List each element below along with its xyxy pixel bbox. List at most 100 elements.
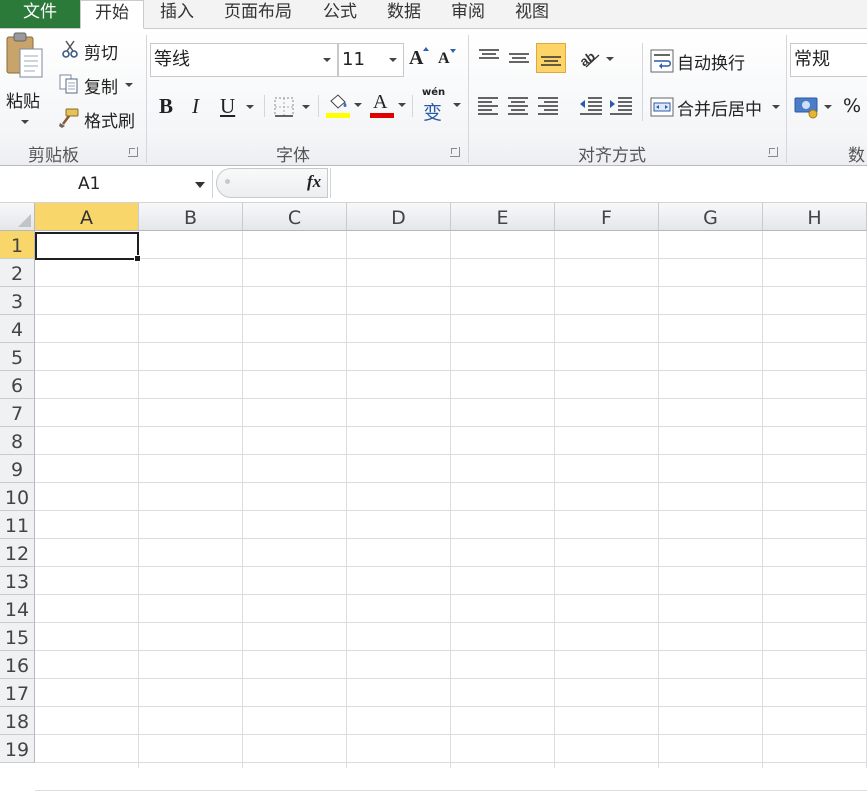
fill-color-button[interactable] (324, 91, 364, 119)
alignment-dialog-launcher-icon[interactable] (768, 147, 778, 157)
row-gridline (35, 454, 867, 455)
format-painter-button[interactable]: 格式刷 (58, 105, 142, 132)
paste-dropdown-icon[interactable] (21, 120, 29, 124)
fx-icon[interactable]: fx (307, 172, 321, 192)
cut-button[interactable]: 剪切 (58, 37, 128, 64)
copy-dropdown-icon[interactable] (125, 83, 133, 87)
number-group-label: 数 (848, 146, 865, 166)
tab-data[interactable]: 数据 (376, 0, 432, 26)
tab-file[interactable]: 文件 (0, 0, 80, 28)
font-size-combo[interactable]: 11 (338, 43, 404, 77)
row-header-6[interactable]: 6 (0, 371, 35, 399)
font-color-icon: A (373, 91, 388, 113)
top-align-button[interactable] (476, 45, 502, 71)
fill-handle[interactable] (134, 255, 141, 262)
row-header-7[interactable]: 7 (0, 399, 35, 427)
font-color-button[interactable]: A (368, 91, 408, 119)
font-name-combo[interactable]: 等线 (150, 43, 338, 77)
font-size-dropdown-icon[interactable] (389, 58, 397, 62)
tab-page-layout[interactable]: 页面布局 (214, 0, 302, 26)
orientation-dropdown-icon[interactable] (606, 57, 614, 61)
column-header-g[interactable]: G (659, 203, 763, 231)
bold-button[interactable]: B (156, 93, 178, 119)
row-header-16[interactable]: 16 (0, 651, 35, 679)
wrap-text-button[interactable]: 自动换行 (648, 47, 758, 75)
paste-button[interactable]: 粘贴 (2, 31, 48, 131)
font-color-dropdown-icon[interactable] (398, 103, 406, 107)
row-header-12[interactable]: 12 (0, 539, 35, 567)
row-header-17[interactable]: 17 (0, 679, 35, 707)
underline-button[interactable]: U (218, 93, 258, 119)
row-header-4[interactable]: 4 (0, 315, 35, 343)
row-gridline (35, 650, 867, 651)
active-cell-a1[interactable] (35, 232, 141, 262)
row-header-19[interactable]: 19 (0, 735, 35, 763)
copy-button[interactable]: 复制 (58, 71, 138, 98)
ribbon: 粘贴 剪切 复制 格式刷 剪贴板 等线 11 A A B I U A wén 变… (0, 29, 867, 166)
row-header-13[interactable]: 13 (0, 567, 35, 595)
row-header-14[interactable]: 14 (0, 595, 35, 623)
percent-style-button[interactable]: % (840, 93, 864, 121)
font-name-dropdown-icon[interactable] (323, 58, 331, 62)
font-dialog-launcher-icon[interactable] (450, 147, 460, 157)
row-header-5[interactable]: 5 (0, 343, 35, 371)
fill-color-dropdown-icon[interactable] (354, 103, 362, 107)
column-header-c[interactable]: C (243, 203, 347, 231)
align-right-button[interactable] (536, 93, 562, 119)
merge-center-button[interactable]: 合并后居中 (648, 93, 784, 121)
row-header-1[interactable]: 1 (0, 231, 35, 259)
tab-review[interactable]: 审阅 (440, 0, 496, 26)
row-header-3[interactable]: 3 (0, 287, 35, 315)
formula-bar: A1 fx (0, 166, 867, 203)
column-header-f[interactable]: F (555, 203, 659, 231)
underline-dropdown-icon[interactable] (246, 105, 254, 109)
row-header-10[interactable]: 10 (0, 483, 35, 511)
increase-indent-button[interactable] (608, 93, 634, 119)
column-header-h[interactable]: H (763, 203, 867, 231)
paste-label: 粘贴 (6, 92, 40, 112)
borders-dropdown-icon[interactable] (302, 105, 310, 109)
italic-button[interactable]: I (188, 93, 210, 119)
bottom-align-button[interactable] (536, 43, 566, 73)
name-box[interactable]: A1 (0, 170, 213, 198)
increase-font-size-button[interactable]: A (408, 47, 430, 71)
decrease-font-size-button[interactable]: A (436, 49, 458, 71)
name-box-dropdown-icon[interactable] (195, 182, 205, 188)
row-header-11[interactable]: 11 (0, 511, 35, 539)
row-header-9[interactable]: 9 (0, 455, 35, 483)
phonetic-dropdown-icon[interactable] (453, 103, 461, 107)
formula-bar-controls: fx (216, 168, 328, 198)
align-center-button[interactable] (506, 93, 532, 119)
row-gridline (35, 482, 867, 483)
borders-button[interactable] (272, 93, 314, 119)
select-all-button[interactable] (0, 203, 35, 231)
column-gridline (762, 231, 763, 768)
text-orientation-icon: ab (578, 48, 600, 69)
phonetic-guide-button[interactable]: wén 变 (418, 87, 464, 124)
accounting-format-button[interactable] (794, 93, 834, 121)
column-header-d[interactable]: D (347, 203, 451, 231)
middle-align-button[interactable] (506, 45, 532, 71)
decrease-indent-button[interactable] (578, 93, 604, 119)
number-format-combo[interactable]: 常规 (790, 43, 867, 77)
fill-color-swatch (326, 113, 350, 118)
tab-home[interactable]: 开始 (80, 0, 144, 29)
tab-view[interactable]: 视图 (504, 0, 560, 26)
formula-input[interactable] (332, 168, 867, 198)
paint-bucket-icon (330, 94, 347, 109)
accounting-dropdown-icon[interactable] (824, 105, 832, 109)
row-header-18[interactable]: 18 (0, 707, 35, 735)
tab-insert[interactable]: 插入 (150, 0, 204, 26)
row-header-15[interactable]: 15 (0, 623, 35, 651)
row-header-8[interactable]: 8 (0, 427, 35, 455)
row-header-2[interactable]: 2 (0, 259, 35, 287)
clipboard-dialog-launcher-icon[interactable] (128, 147, 138, 157)
column-header-a[interactable]: A (35, 203, 139, 231)
align-left-button[interactable] (476, 93, 502, 119)
merge-center-dropdown-icon[interactable] (772, 105, 780, 109)
column-gridline (658, 231, 659, 768)
orientation-button[interactable]: ab (576, 45, 616, 71)
tab-formulas[interactable]: 公式 (312, 0, 368, 26)
column-header-e[interactable]: E (451, 203, 555, 231)
column-header-b[interactable]: B (139, 203, 243, 231)
